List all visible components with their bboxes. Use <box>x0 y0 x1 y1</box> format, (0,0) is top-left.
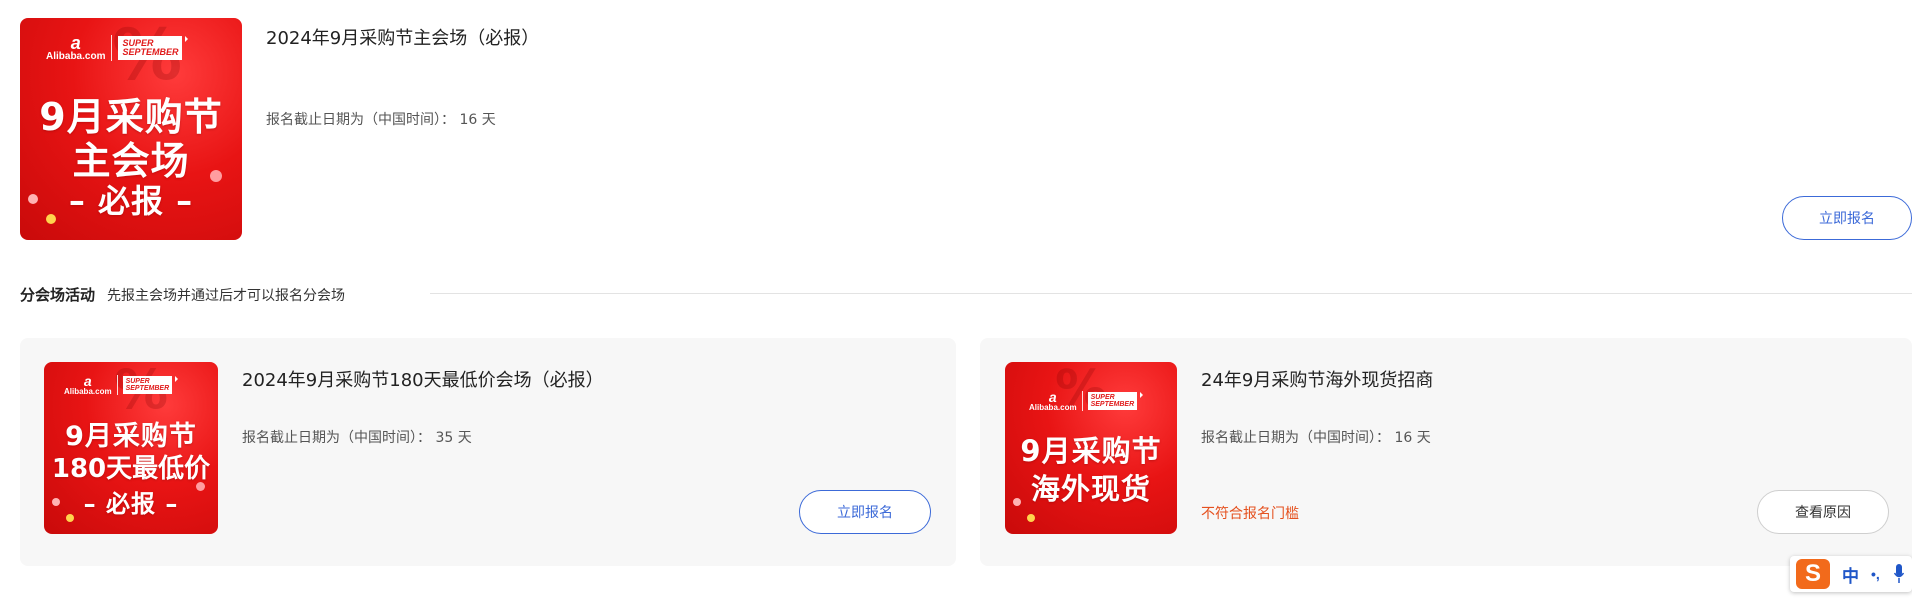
decor-dot <box>52 498 60 506</box>
banner-line-2: 海外现货 <box>1030 472 1151 506</box>
decor-dot <box>28 194 38 204</box>
main-event-register-button[interactable]: 立即报名 <box>1782 196 1912 240</box>
microphone-icon[interactable] <box>1893 564 1904 584</box>
ime-toolbar[interactable]: S 中 •, <box>1790 556 1912 592</box>
super-september-tag: SUPER SEPTEMBER <box>1087 391 1143 411</box>
alibaba-logo: a Alibaba.com <box>46 33 106 62</box>
decor-dot <box>210 170 222 182</box>
decor-dot <box>46 214 56 224</box>
main-event-deadline: 报名截止日期为（中国时间）： 16 天 <box>266 112 496 128</box>
sub-event-deadline: 报名截止日期为（中国时间）： 35 天 <box>242 430 472 446</box>
view-reason-button[interactable]: 查看原因 <box>1757 490 1889 534</box>
main-event-banner[interactable]: % a Alibaba.com SUPER SEPTEMBER 9月采购节 主会… <box>20 18 242 240</box>
decor-dot <box>196 482 205 491</box>
main-event-title: 2024年9月采购节主会场（必报） <box>266 28 540 49</box>
banner-logo-row: a Alibaba.com SUPER SEPTEMBER <box>64 373 178 396</box>
sub-event-banner[interactable]: % a Alibaba.com SUPER SEPTEMBER 9月采购节 海外… <box>1005 362 1177 534</box>
ime-punctuation-toggle[interactable]: •, <box>1871 566 1880 582</box>
sub-event-title: 2024年9月采购节180天最低价会场（必报） <box>242 370 604 391</box>
sub-event-title: 24年9月采购节海外现货招商 <box>1201 370 1434 391</box>
sub-section-header: 分会场活动 先报主会场并通过后才可以报名分会场 <box>20 284 345 305</box>
ineligible-status: 不符合报名门槛 <box>1201 506 1299 522</box>
sub-section-heading: 分会场活动 <box>20 286 96 304</box>
super-september-tag: SUPER SEPTEMBER <box>122 375 178 395</box>
sub-event-register-button[interactable]: 立即报名 <box>799 490 931 534</box>
sub-event-banner[interactable]: % a Alibaba.com SUPER SEPTEMBER 9月采购节 18… <box>44 362 218 534</box>
ime-mode-toggle[interactable]: 中 <box>1842 562 1859 587</box>
alibaba-logo: a Alibaba.com <box>1029 389 1077 412</box>
decor-dot <box>1013 498 1021 506</box>
decor-dot <box>1027 514 1035 522</box>
alibaba-logo: a Alibaba.com <box>64 373 112 396</box>
sogou-logo-icon[interactable]: S <box>1796 559 1830 589</box>
super-september-tag: SUPER SEPTEMBER <box>118 35 189 61</box>
decor-dot <box>66 514 74 522</box>
banner-logo-row: a Alibaba.com SUPER SEPTEMBER <box>46 33 189 62</box>
banner-line-2: 180天最低价 <box>51 454 211 484</box>
banner-line-1: 9月采购节 <box>1020 434 1162 468</box>
sub-section-note: 先报主会场并通过后才可以报名分会场 <box>107 287 346 304</box>
sub-event-deadline: 报名截止日期为（中国时间）： 16 天 <box>1201 430 1431 446</box>
banner-logo-row: a Alibaba.com SUPER SEPTEMBER <box>1029 389 1143 412</box>
section-divider <box>430 293 1912 294</box>
